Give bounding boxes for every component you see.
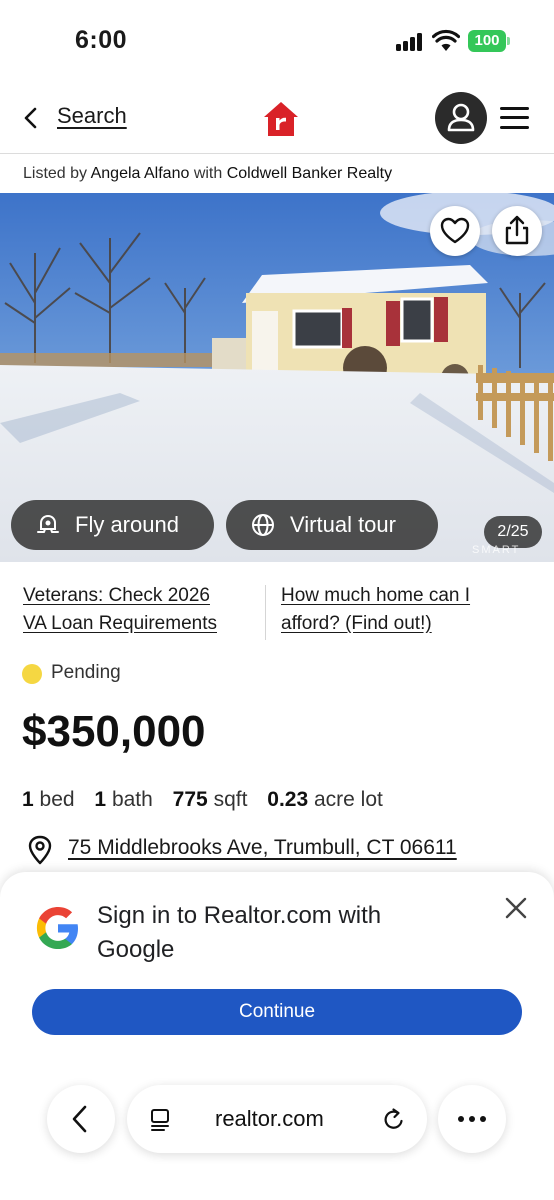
- wifi-icon: [432, 29, 460, 51]
- fly-around-label: Fly around: [75, 512, 179, 537]
- affordability-line1: How much home can I: [281, 585, 471, 606]
- more-options-button[interactable]: [438, 1085, 506, 1153]
- chevron-left-icon: [72, 1105, 87, 1133]
- google-logo-icon: [36, 907, 78, 949]
- va-loan-line1: Veterans: Check 2026: [23, 585, 210, 606]
- favorite-button[interactable]: [430, 206, 480, 256]
- pending-status-dot: [22, 664, 42, 684]
- url-text: realtor.com: [215, 1106, 324, 1131]
- lot-fact: 0.23 acre lot: [267, 788, 383, 811]
- location-pin-icon: [28, 835, 52, 865]
- sqft-fact: 775 sqft: [172, 788, 248, 811]
- reload-icon[interactable]: [381, 1106, 407, 1132]
- brokerage-name: Coldwell Banker Realty: [226, 165, 393, 182]
- property-facts: 1 bed 1 bath 775 sqft 0.23 acre lot: [22, 788, 397, 812]
- fly-around-button[interactable]: Fly around: [11, 500, 214, 550]
- affordability-line2: afford? (Find out!): [281, 613, 432, 634]
- account-avatar-button[interactable]: [435, 92, 487, 144]
- va-loan-link[interactable]: Veterans: Check 2026 VA Loan Requirement…: [23, 582, 253, 638]
- property-address-link[interactable]: 75 Middlebrooks Ave, Trumbull, CT 06611: [68, 836, 457, 860]
- status-bar: 6:00 100: [0, 0, 554, 80]
- virtual-tour-button[interactable]: Virtual tour: [226, 500, 438, 550]
- back-chevron-icon[interactable]: [20, 106, 42, 130]
- address-bar[interactable]: realtor.com: [127, 1085, 427, 1153]
- drone-icon: [37, 514, 59, 533]
- beds-fact: 1 bed: [22, 788, 75, 811]
- promo-divider: [265, 585, 266, 640]
- user-icon: [447, 103, 475, 132]
- share-button[interactable]: [492, 206, 542, 256]
- virtual-tour-label: Virtual tour: [290, 512, 396, 537]
- globe-icon: [252, 514, 274, 536]
- listing-attribution: Listed by Angela Alfano with Coldwell Ba…: [23, 165, 392, 183]
- close-icon[interactable]: [503, 895, 529, 921]
- hamburger-menu-icon[interactable]: [500, 106, 530, 130]
- battery-icon: 100: [468, 30, 510, 52]
- agent-name: Angela Alfano: [90, 165, 190, 182]
- status-time: 6:00: [75, 26, 128, 54]
- affordability-link[interactable]: How much home can I afford? (Find out!): [281, 582, 531, 638]
- listed-by-prefix: Listed by: [23, 165, 88, 182]
- google-continue-button[interactable]: Continue: [32, 989, 522, 1035]
- listed-by-with: with: [193, 165, 223, 182]
- battery-level: 100: [468, 30, 506, 52]
- listing-price: $350,000: [22, 707, 206, 756]
- more-dots-icon: [458, 1116, 486, 1122]
- listing-photo-carousel[interactable]: Fly around Virtual tour 2/25 SMART: [0, 193, 554, 562]
- page-menu-icon: [151, 1109, 169, 1131]
- cellular-signal-icon: [396, 33, 424, 51]
- realtor-logo-icon[interactable]: [262, 100, 300, 138]
- browser-back-button[interactable]: [47, 1085, 115, 1153]
- heart-icon: [440, 217, 470, 244]
- app-header: Search: [0, 80, 554, 154]
- baths-fact: 1 bath: [94, 788, 153, 811]
- back-to-search-link[interactable]: Search: [57, 103, 127, 129]
- photo-watermark: SMART: [472, 544, 521, 556]
- listing-status: Pending: [51, 662, 121, 683]
- share-icon: [505, 215, 529, 245]
- google-sign-in-title: Sign in to Realtor.com with Google: [97, 902, 382, 963]
- va-loan-line2: VA Loan Requirements: [23, 613, 217, 634]
